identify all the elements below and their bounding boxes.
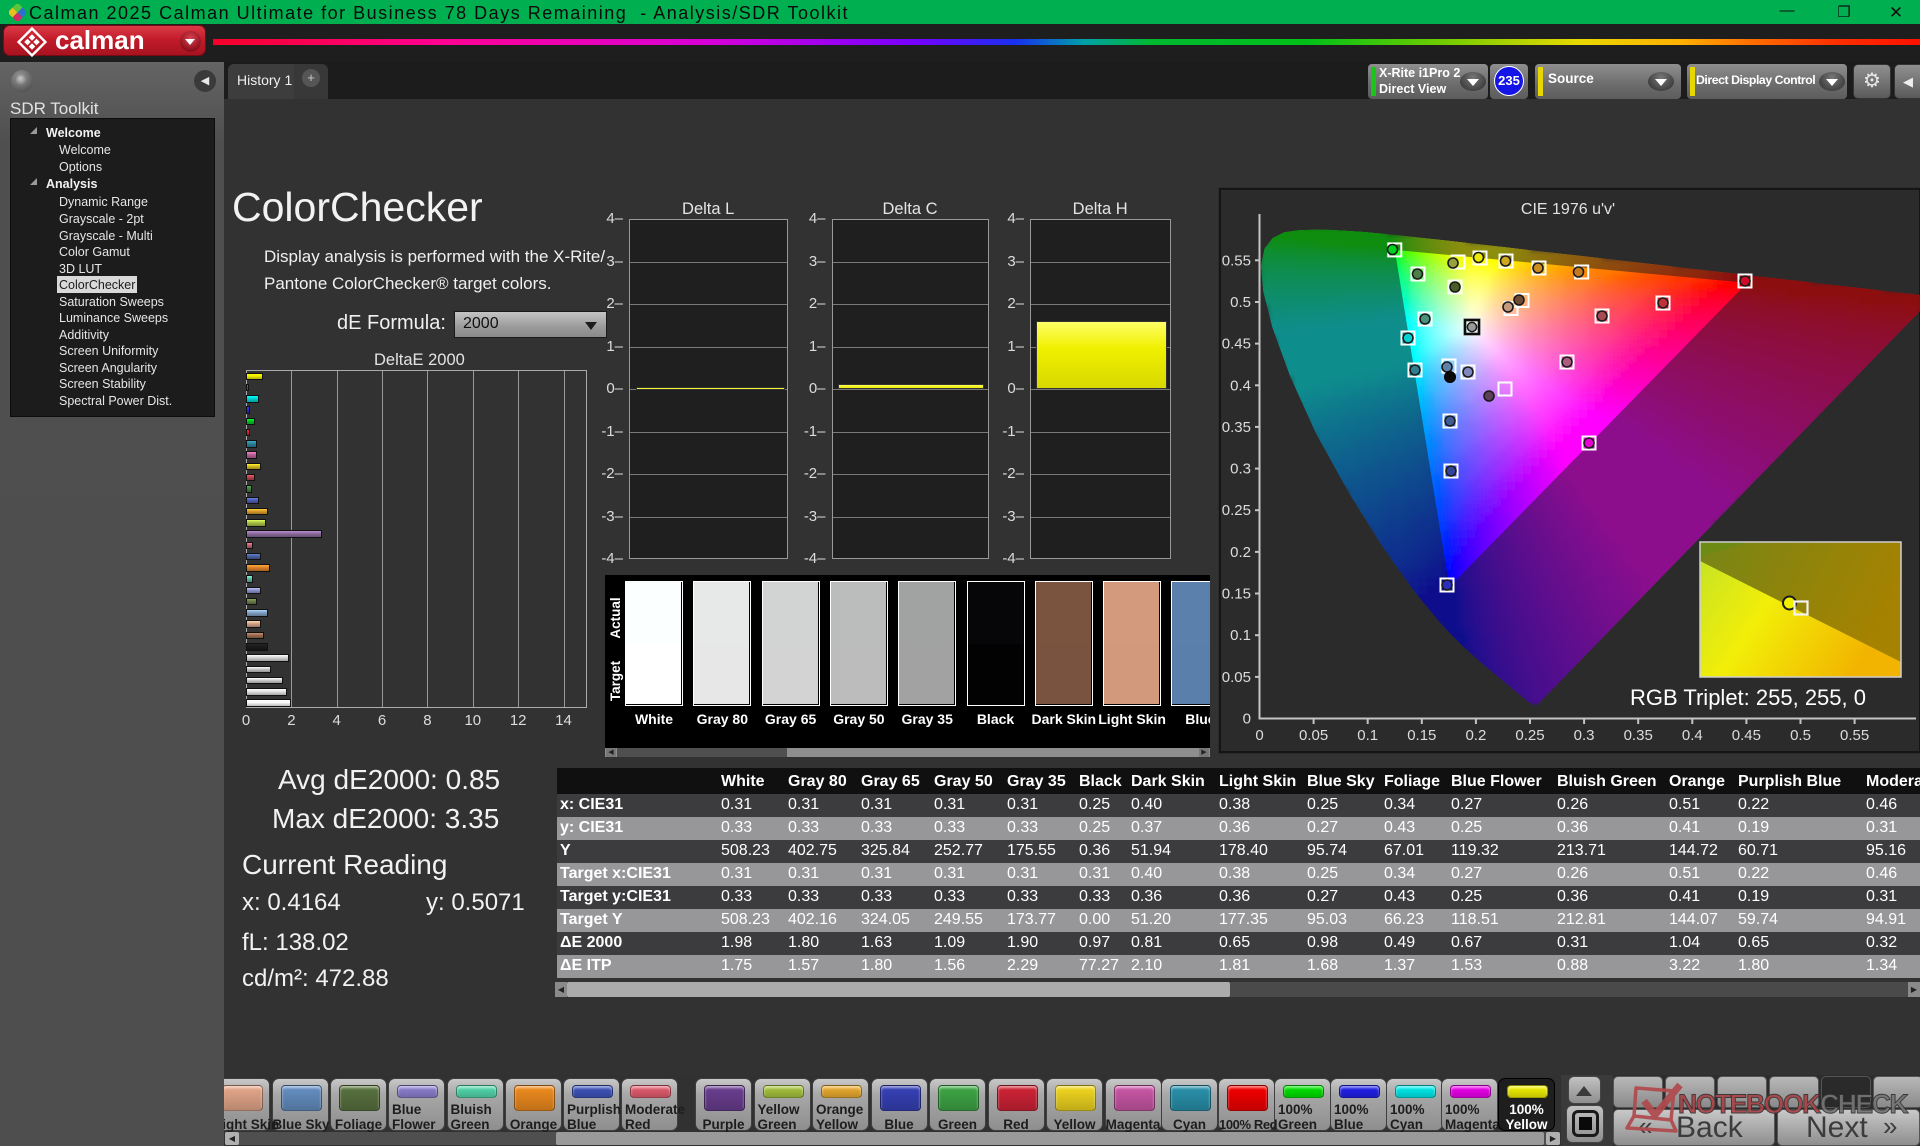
- svg-text:0.45: 0.45: [1222, 336, 1251, 353]
- svg-text:CHECK: CHECK: [1820, 1089, 1908, 1119]
- svg-text:0.5: 0.5: [1230, 294, 1251, 311]
- svg-text:0.3: 0.3: [1574, 727, 1595, 744]
- svg-text:0.05: 0.05: [1299, 727, 1328, 744]
- svg-text:0: 0: [1255, 727, 1263, 744]
- svg-text:0.1: 0.1: [1357, 727, 1378, 744]
- svg-text:0.05: 0.05: [1222, 669, 1251, 686]
- svg-text:0.5: 0.5: [1790, 727, 1811, 744]
- svg-text:0.35: 0.35: [1624, 727, 1653, 744]
- svg-text:0.3: 0.3: [1230, 461, 1251, 478]
- svg-text:0.55: 0.55: [1222, 252, 1251, 269]
- svg-text:0.15: 0.15: [1222, 586, 1251, 603]
- svg-text:0.25: 0.25: [1222, 502, 1251, 519]
- svg-text:0.4: 0.4: [1230, 377, 1251, 394]
- svg-text:0.55: 0.55: [1840, 727, 1869, 744]
- svg-text:0.15: 0.15: [1407, 727, 1436, 744]
- svg-text:0.2: 0.2: [1230, 544, 1251, 561]
- svg-text:RGB Triplet: 255, 255, 0: RGB Triplet: 255, 255, 0: [1630, 685, 1866, 710]
- svg-text:0: 0: [1243, 711, 1251, 728]
- svg-text:0.1: 0.1: [1230, 627, 1251, 644]
- svg-text:0.45: 0.45: [1732, 727, 1761, 744]
- svg-text:CIE 1976 u'v': CIE 1976 u'v': [1521, 201, 1615, 218]
- svg-text:0.25: 0.25: [1515, 727, 1544, 744]
- svg-text:0.2: 0.2: [1465, 727, 1486, 744]
- svg-text:0.4: 0.4: [1682, 727, 1703, 744]
- svg-text:NOTEBOOK: NOTEBOOK: [1678, 1089, 1821, 1119]
- svg-text:0.35: 0.35: [1222, 419, 1251, 436]
